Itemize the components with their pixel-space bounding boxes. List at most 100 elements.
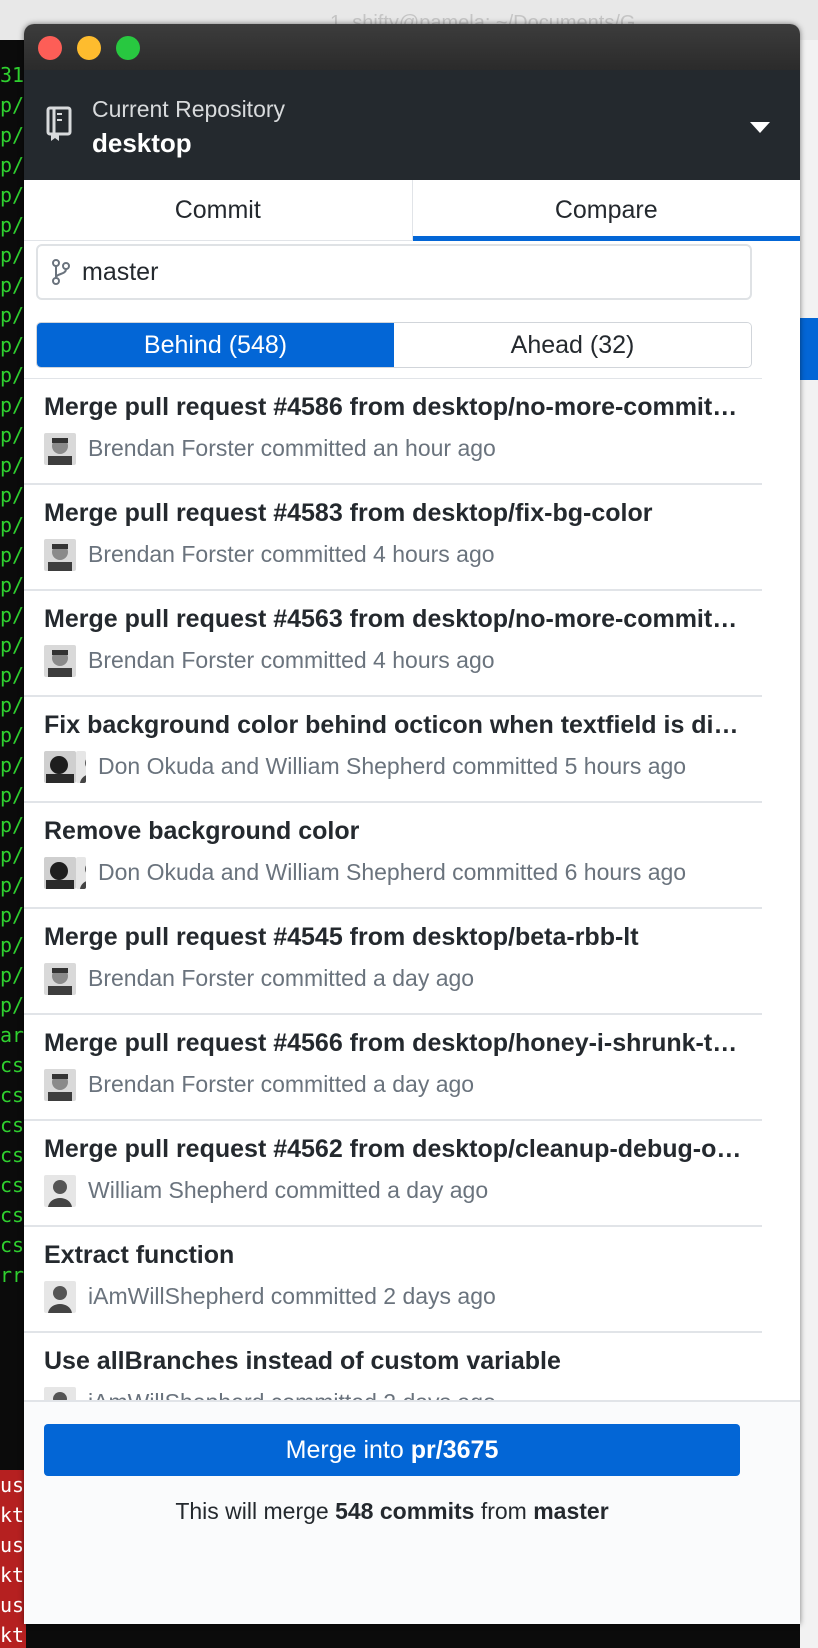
commit-author-time: iAmWillShepherd committed 2 days ago bbox=[88, 1283, 496, 1309]
commit-avatars bbox=[44, 1175, 76, 1209]
terminal-line: us bbox=[0, 1530, 26, 1560]
terminal-line: p/ bbox=[0, 243, 25, 267]
terminal-line: rr bbox=[0, 1263, 25, 1287]
commit-title: Merge pull request #4563 from desktop/no… bbox=[44, 605, 744, 633]
terminal-line: p/ bbox=[0, 693, 25, 717]
terminal-line: p/ bbox=[0, 633, 25, 657]
close-window-button[interactable] bbox=[38, 36, 62, 60]
commit-avatars bbox=[44, 1069, 76, 1103]
avatar bbox=[44, 751, 76, 783]
commit-title: Merge pull request #4562 from desktop/cl… bbox=[44, 1135, 744, 1163]
commit-list[interactable]: Merge pull request #4586 from desktop/no… bbox=[24, 378, 762, 1403]
avatar bbox=[44, 1069, 76, 1101]
commit-avatars bbox=[44, 1281, 76, 1315]
sidebar-tabs: Commit Compare bbox=[24, 180, 800, 241]
avatar bbox=[44, 1175, 76, 1207]
minimize-window-button[interactable] bbox=[77, 36, 101, 60]
merge-into-branch-button[interactable]: Merge into pr/3675 bbox=[44, 1424, 740, 1476]
commit-title: Extract function bbox=[44, 1241, 235, 1269]
commit-author-time: Brendan Forster committed 4 hours ago bbox=[88, 541, 495, 567]
terminal-line: cs bbox=[0, 1143, 25, 1167]
merge-button-target: pr/3675 bbox=[410, 1435, 499, 1464]
chevron-down-icon bbox=[750, 122, 770, 133]
avatar bbox=[44, 645, 76, 677]
terminal-line: p/ bbox=[0, 813, 25, 837]
commit-avatars bbox=[44, 751, 86, 785]
terminal-line: p/ bbox=[0, 483, 25, 507]
terminal-line: ar bbox=[0, 1023, 25, 1047]
merge-summary-branch: master bbox=[533, 1498, 609, 1524]
tab-compare[interactable]: Compare bbox=[411, 180, 801, 241]
terminal-line: p/ bbox=[0, 213, 25, 237]
terminal-line: p/ bbox=[0, 933, 25, 957]
ahead-button[interactable]: Ahead (32) bbox=[394, 323, 751, 367]
avatar bbox=[44, 1281, 76, 1313]
terminal-line: p/ bbox=[0, 903, 25, 927]
terminal-line: us bbox=[0, 1590, 26, 1620]
commit-list-item[interactable]: Merge pull request #4586 from desktop/no… bbox=[24, 379, 762, 485]
terminal-line: p/ bbox=[0, 753, 25, 777]
commit-author-time: Brendan Forster committed a day ago bbox=[88, 965, 475, 991]
commit-list-item[interactable]: Remove background color Don Okuda and Wil… bbox=[24, 803, 762, 909]
merge-summary-pre: This will merge bbox=[175, 1498, 329, 1524]
commit-list-item[interactable]: Merge pull request #4566 from desktop/ho… bbox=[24, 1015, 762, 1121]
commit-author-time: Brendan Forster committed a day ago bbox=[88, 1071, 475, 1097]
terminal-line: kt bbox=[0, 1560, 26, 1590]
terminal-line: p/ bbox=[0, 993, 25, 1017]
commit-list-item[interactable]: Use allBranches instead of custom variab… bbox=[24, 1333, 762, 1403]
commit-avatars bbox=[44, 539, 76, 573]
terminal-line: p/ bbox=[0, 513, 25, 537]
commit-list-item[interactable]: Merge pull request #4563 from desktop/no… bbox=[24, 591, 762, 697]
terminal-line: p/ bbox=[0, 93, 25, 117]
coauthor-avatar bbox=[76, 857, 86, 889]
avatar bbox=[44, 963, 76, 995]
terminal-line: p/ bbox=[0, 543, 25, 567]
commit-title: Use allBranches instead of custom variab… bbox=[44, 1347, 561, 1375]
commit-list-item[interactable]: Merge pull request #4545 from desktop/be… bbox=[24, 909, 762, 1015]
tab-commit[interactable]: Commit bbox=[24, 180, 412, 240]
commit-list-item[interactable]: Merge pull request #4583 from desktop/fi… bbox=[24, 485, 762, 591]
terminal-line: cs bbox=[0, 1233, 25, 1257]
compare-branch-input[interactable]: master bbox=[36, 244, 752, 300]
behind-button[interactable]: Behind (548) bbox=[37, 323, 394, 367]
terminal-line: p/ bbox=[0, 843, 25, 867]
terminal-line: cs bbox=[0, 1113, 25, 1137]
terminal-line: p/ bbox=[0, 783, 25, 807]
terminal-line: p/ bbox=[0, 873, 25, 897]
terminal-line: p/ bbox=[0, 453, 25, 477]
terminal-line: us bbox=[0, 1470, 26, 1500]
current-repository-dropdown[interactable]: Current Repository desktop bbox=[24, 70, 800, 180]
background-terminal: 31 p/p/p/p/p/p/p/p/p/p/p/p/p/p/p/p/p/p/p/… bbox=[0, 60, 26, 1648]
terminal-line: p/ bbox=[0, 183, 25, 207]
commit-title: Merge pull request #4566 from desktop/ho… bbox=[44, 1029, 744, 1057]
terminal-line: p/ bbox=[0, 273, 25, 297]
coauthor-avatar bbox=[76, 751, 86, 783]
terminal-line: cs bbox=[0, 1083, 25, 1107]
terminal-line: kt bbox=[0, 1500, 26, 1530]
background-window-accent bbox=[800, 318, 818, 380]
commit-list-item[interactable]: Merge pull request #4562 from desktop/cl… bbox=[24, 1121, 762, 1227]
terminal-line: p/ bbox=[0, 153, 25, 177]
commit-title: Merge pull request #4586 from desktop/no… bbox=[44, 393, 744, 421]
commit-list-item[interactable]: Extract function iAmWillShepherd committe… bbox=[24, 1227, 762, 1333]
commit-avatars bbox=[44, 963, 76, 997]
behind-ahead-toggle: Behind (548) Ahead (32) bbox=[36, 322, 752, 368]
commit-author-time: William Shepherd committed a day ago bbox=[88, 1177, 489, 1203]
terminal-line: p/ bbox=[0, 333, 25, 357]
terminal-line: kt bbox=[0, 1620, 26, 1648]
repo-icon bbox=[46, 106, 72, 141]
terminal-line: p/ bbox=[0, 393, 25, 417]
merge-summary: This will merge 548 commits from master bbox=[24, 1498, 760, 1525]
commit-list-item[interactable]: Fix background color behind octicon when… bbox=[24, 697, 762, 803]
merge-summary-count: 548 commits bbox=[335, 1498, 475, 1524]
zoom-window-button[interactable] bbox=[116, 36, 140, 60]
terminal-line: p/ bbox=[0, 123, 25, 147]
git-branch-icon bbox=[52, 259, 70, 285]
terminal-line: p/ bbox=[0, 303, 25, 327]
terminal-line: cs bbox=[0, 1173, 25, 1197]
